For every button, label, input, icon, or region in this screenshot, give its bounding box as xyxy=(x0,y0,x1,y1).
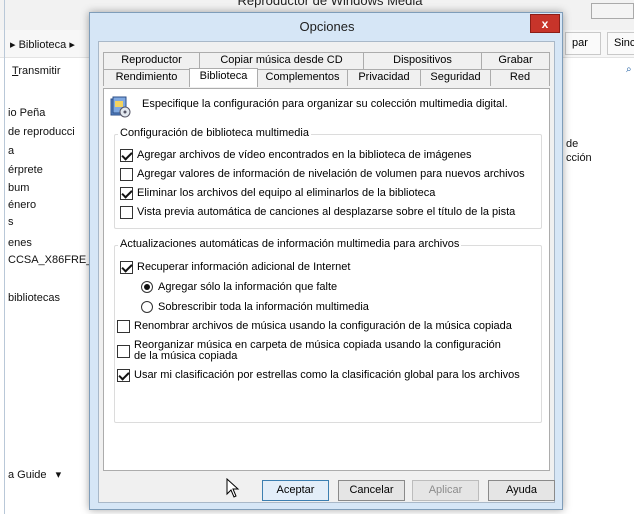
option-label: Agregar valores de información de nivela… xyxy=(137,168,525,180)
dialog-body: Reproductor Copiar música desde CD Dispo… xyxy=(98,41,555,503)
nav-item[interactable]: CCSA_X86FRE_ xyxy=(8,254,92,266)
option-label: Eliminar los archivos del equipo al elim… xyxy=(137,187,436,199)
library-tab-panel: Especifique la configuración para organi… xyxy=(103,88,550,471)
nav-item[interactable]: enes xyxy=(8,237,92,249)
reorganize-music-checkbox[interactable] xyxy=(117,345,130,358)
options-dialog: Opciones x Reproductor Copiar música des… xyxy=(89,12,563,510)
mouse-cursor-icon xyxy=(226,477,240,501)
overwrite-info-radio[interactable] xyxy=(141,301,153,313)
right-pane-text: cción xyxy=(566,152,592,164)
option-label: Agregar archivos de vídeo encontrados en… xyxy=(137,149,472,161)
nav-item[interactable]: érprete xyxy=(8,164,92,176)
tab-player[interactable]: Reproductor xyxy=(103,52,200,69)
tab-privacy[interactable]: Privacidad xyxy=(347,69,421,86)
intro-text: Especifique la configuración para organi… xyxy=(142,98,508,110)
tab-performance[interactable]: Rendimiento xyxy=(103,69,190,86)
dialog-title: Opciones xyxy=(299,19,355,34)
add-missing-info-radio[interactable] xyxy=(141,281,153,293)
nav-item[interactable]: de reproducci xyxy=(8,126,92,138)
tab-security[interactable]: Seguridad xyxy=(420,69,491,86)
ok-button[interactable]: Aceptar xyxy=(262,480,329,501)
retrieve-info-checkbox[interactable] xyxy=(120,261,133,274)
tab-rip-music[interactable]: Copiar música desde CD xyxy=(199,52,364,69)
tab-devices[interactable]: Dispositivos xyxy=(363,52,482,69)
tab-library[interactable]: Biblioteca xyxy=(189,68,258,87)
guide-menu[interactable]: a Guide ▾ xyxy=(8,468,61,481)
apply-button[interactable]: Aplicar xyxy=(412,480,479,501)
star-ratings-checkbox[interactable] xyxy=(117,369,130,382)
tab-plugins[interactable]: Complementos xyxy=(257,69,348,86)
tab-burn[interactable]: par xyxy=(565,32,601,55)
media-library-icon xyxy=(110,95,131,118)
tab-network[interactable]: Red xyxy=(490,69,550,86)
nav-item[interactable]: énero xyxy=(8,199,92,211)
tab-burn[interactable]: Grabar xyxy=(481,52,550,69)
delete-files-checkbox[interactable] xyxy=(120,187,133,200)
help-button[interactable]: Ayuda xyxy=(488,480,555,501)
nav-item[interactable]: io Peña xyxy=(8,107,92,119)
auto-update-group: Actualizaciones automáticas de informaci… xyxy=(114,238,542,423)
dropdown-arrow-icon: ▾ xyxy=(55,469,62,481)
option-label: Agregar sólo la información que falte xyxy=(158,281,338,293)
nav-item[interactable]: s xyxy=(8,216,92,228)
add-video-files-checkbox[interactable] xyxy=(120,149,133,162)
nav-item[interactable]: a xyxy=(8,145,92,157)
volume-leveling-checkbox[interactable] xyxy=(120,168,133,181)
auto-preview-checkbox[interactable] xyxy=(120,206,133,219)
group-legend: Configuración de biblioteca multimedia xyxy=(118,127,311,139)
option-label: Sobrescribir toda la información multime… xyxy=(158,301,369,313)
option-label-line2: de la música copiada xyxy=(134,350,238,362)
guide-label: a Guide xyxy=(8,469,47,481)
close-button[interactable]: x xyxy=(530,14,560,33)
rename-files-checkbox[interactable] xyxy=(117,320,130,333)
nav-item[interactable]: bum xyxy=(8,182,92,194)
right-pane-text: de xyxy=(566,138,579,150)
option-label: Vista previa automática de canciones al … xyxy=(137,206,516,218)
cancel-button[interactable]: Cancelar xyxy=(338,480,405,501)
option-label: Renombrar archivos de música usando la c… xyxy=(134,320,512,332)
option-label: Recuperar información adicional de Inter… xyxy=(137,261,351,273)
group-legend: Actualizaciones automáticas de informaci… xyxy=(118,238,462,250)
library-settings-group: Configuración de biblioteca multimedia A… xyxy=(114,127,542,229)
tab-sync[interactable]: Sinc xyxy=(607,32,634,55)
option-label: Usar mi clasificación por estrellas como… xyxy=(134,369,520,381)
nav-item[interactable]: bibliotecas xyxy=(8,292,92,304)
